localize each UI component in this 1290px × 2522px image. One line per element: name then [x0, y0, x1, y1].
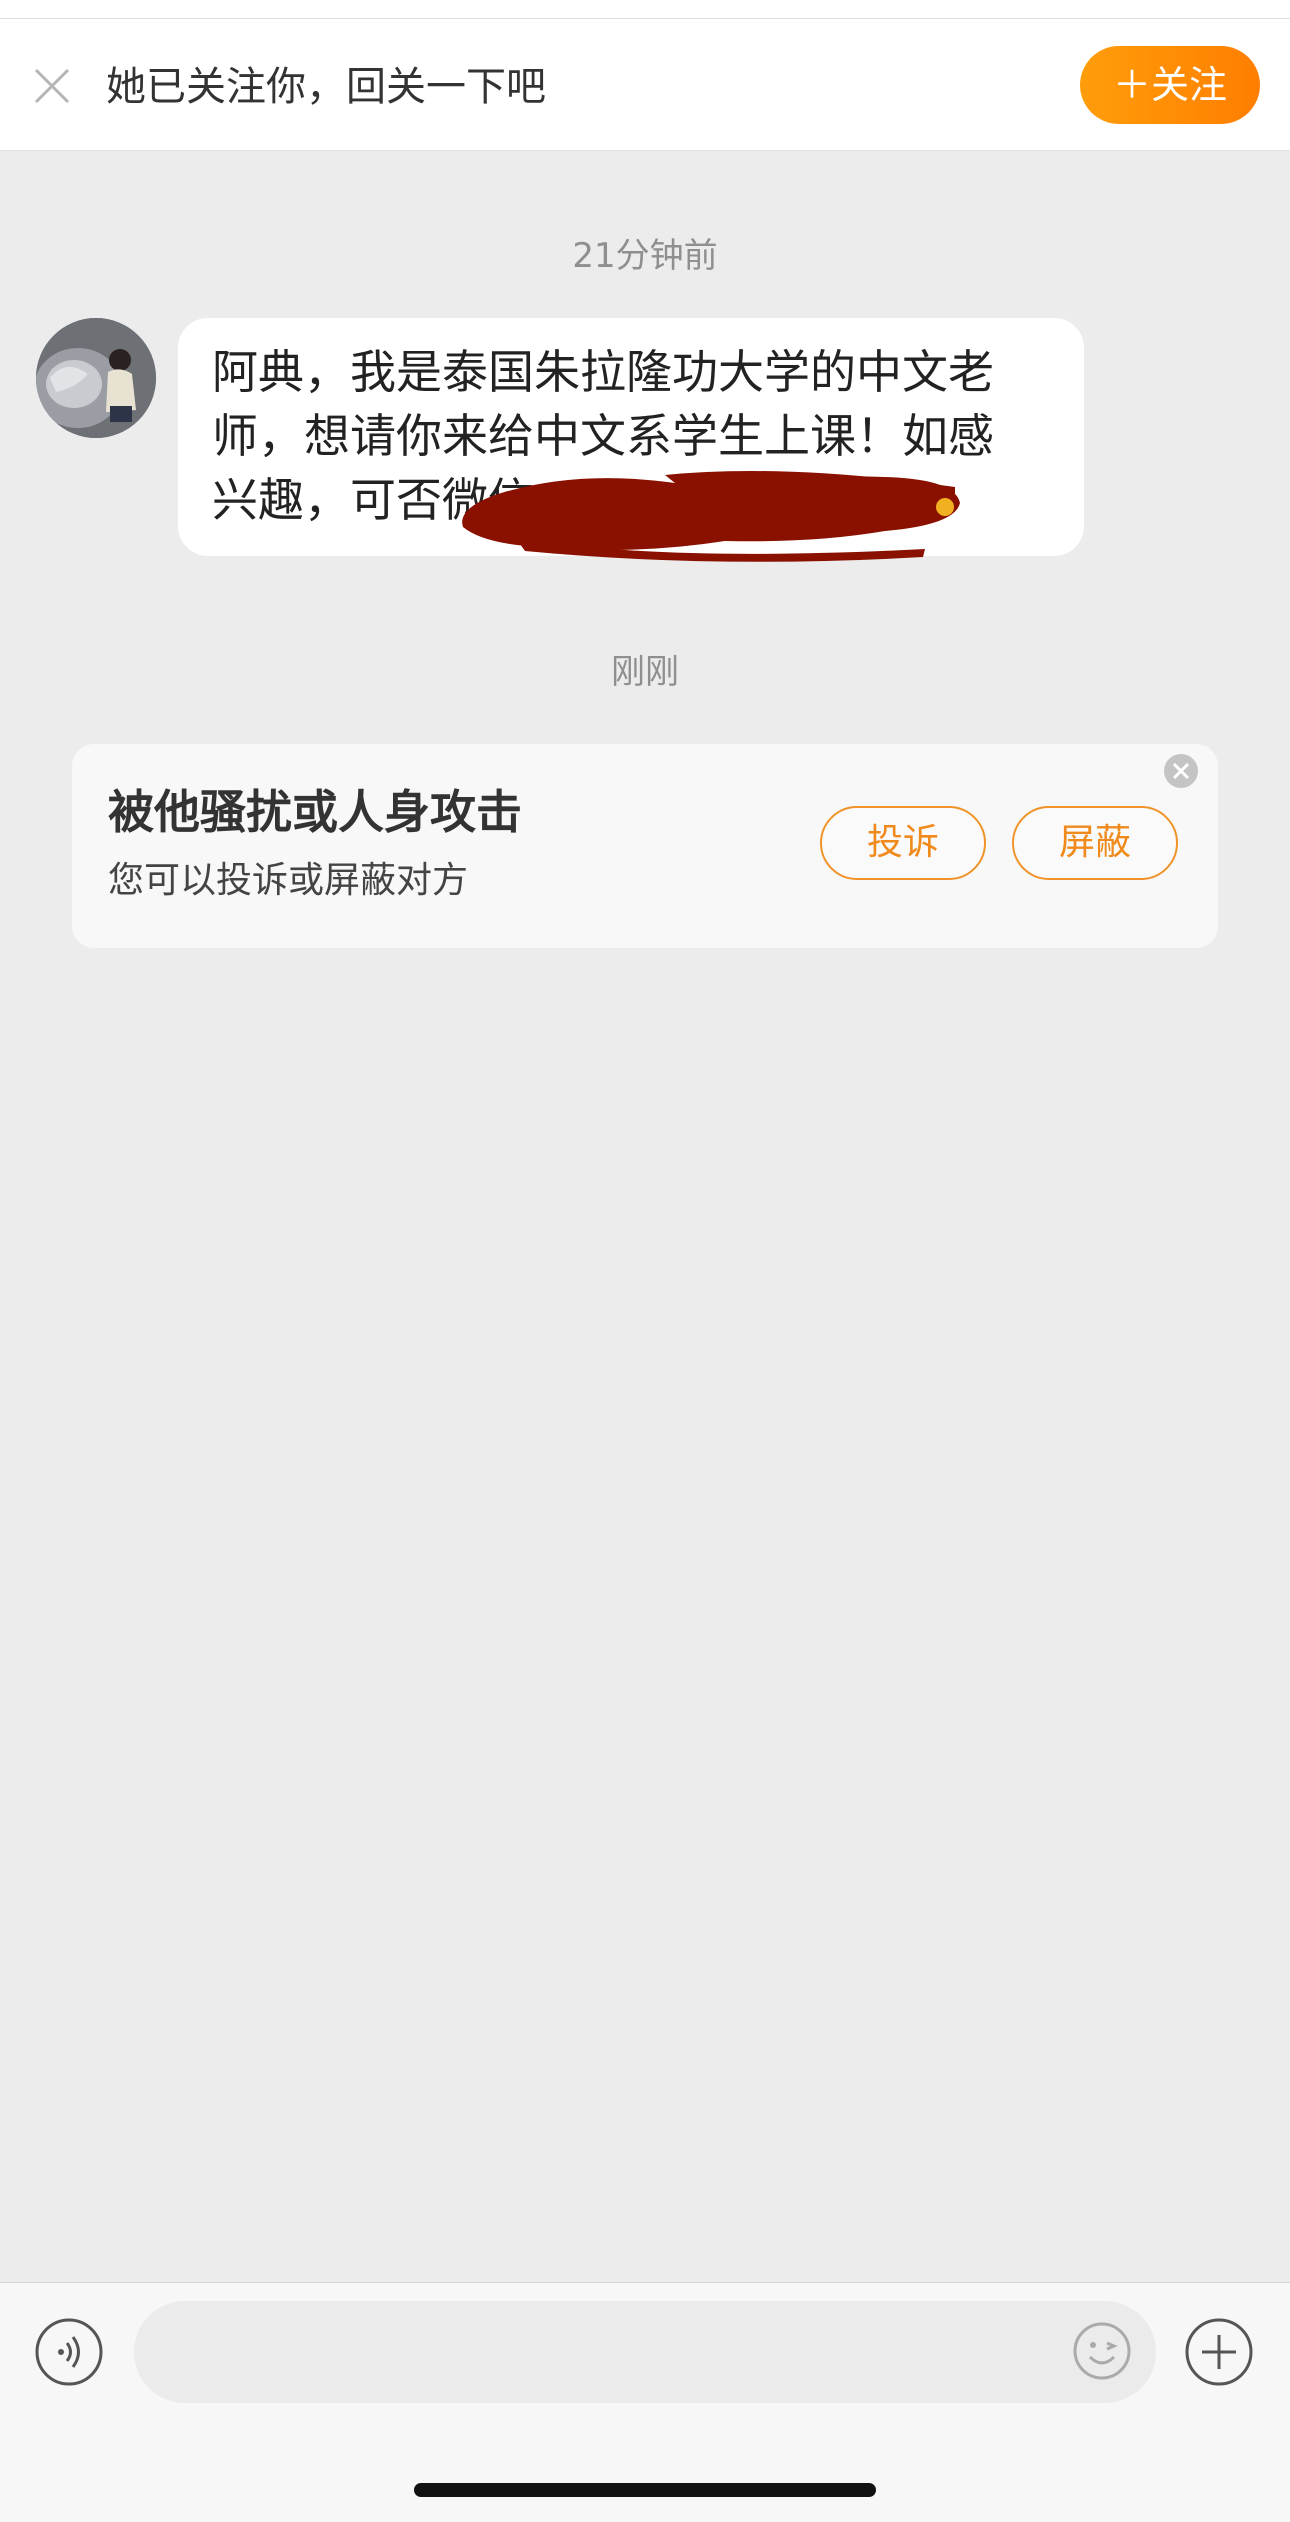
- status-bar-edge: [0, 0, 1290, 19]
- message-line: 阿典，我是泰国朱拉隆功大学的中文老: [212, 345, 994, 399]
- close-icon[interactable]: [30, 64, 74, 108]
- follow-button[interactable]: ＋关注: [1080, 46, 1260, 124]
- message-input-bar: [0, 2282, 1290, 2522]
- block-button[interactable]: 屏蔽: [1012, 806, 1178, 880]
- emoji-icon[interactable]: [1072, 2321, 1132, 2381]
- message-timestamp: 21分钟前: [572, 236, 718, 276]
- redaction-scribble: [462, 471, 960, 562]
- card-title: 被他骚扰或人身攻击: [108, 785, 522, 839]
- home-indicator: [414, 2483, 876, 2497]
- plus-icon[interactable]: [1184, 2317, 1254, 2387]
- avatar[interactable]: [36, 318, 156, 438]
- close-circle-icon[interactable]: [1162, 752, 1200, 790]
- message-line: 师，想请你来给中文系学生上课！如感: [212, 409, 994, 463]
- follow-back-banner: 她已关注你，回关一下吧 ＋关注: [0, 19, 1290, 151]
- follow-back-text: 她已关注你，回关一下吧: [106, 64, 546, 110]
- report-block-card: 被他骚扰或人身攻击 您可以投诉或屏蔽对方 投诉 屏蔽: [72, 744, 1218, 948]
- report-button[interactable]: 投诉: [820, 806, 986, 880]
- card-subtitle: 您可以投诉或屏蔽对方: [108, 860, 469, 901]
- message-timestamp: 刚刚: [611, 652, 679, 692]
- avatar-photo-icon: [36, 318, 156, 438]
- message-input[interactable]: [134, 2301, 1156, 2403]
- voice-icon[interactable]: [34, 2317, 104, 2387]
